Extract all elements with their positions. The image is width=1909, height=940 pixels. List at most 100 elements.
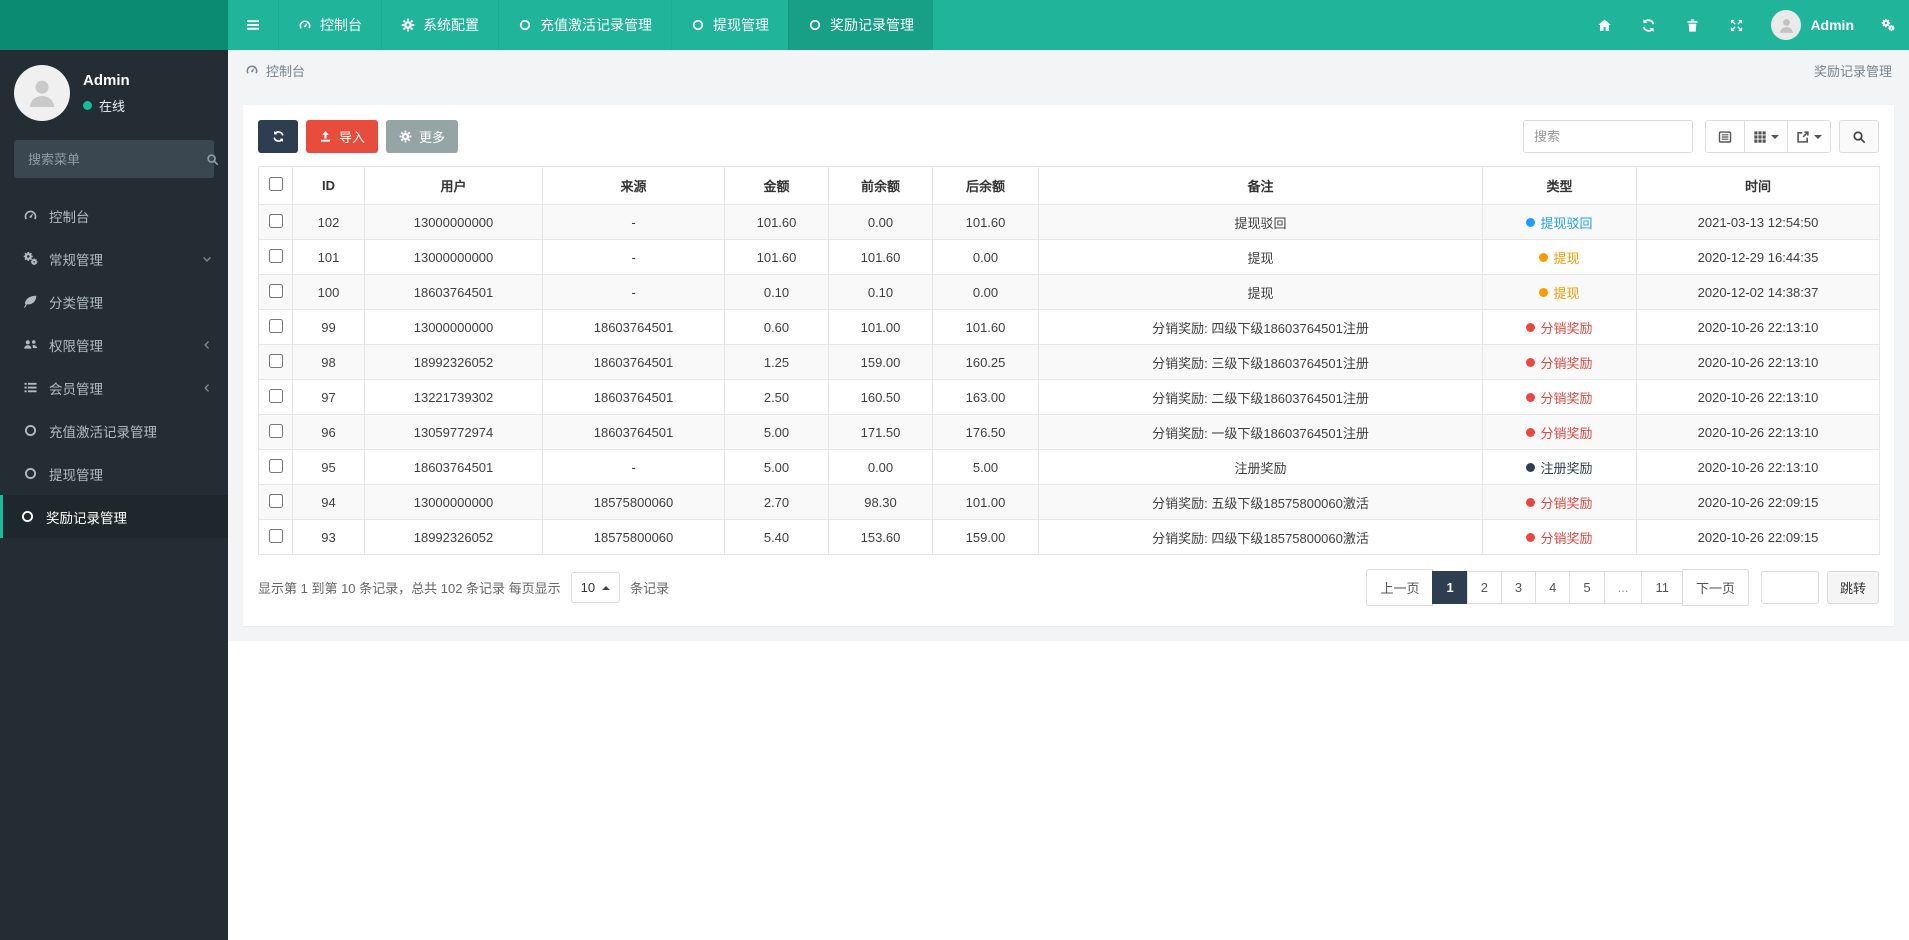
cell-time: 2020-10-26 22:13:10 bbox=[1636, 379, 1880, 415]
home-button[interactable] bbox=[1582, 0, 1626, 50]
export-view-button[interactable] bbox=[1787, 120, 1831, 153]
sidebar-item[interactable]: 奖励记录管理 bbox=[0, 495, 228, 538]
type-badge[interactable]: 提现驳回 bbox=[1526, 213, 1593, 232]
sidebar-item[interactable]: 控制台 bbox=[0, 194, 228, 237]
import-button[interactable]: 导入 bbox=[306, 120, 379, 153]
type-badge[interactable]: 分销奖励 bbox=[1526, 423, 1593, 442]
cell-amount: 1.25 bbox=[724, 344, 829, 380]
table-row: 94 13000000000 18575800060 2.70 98.30 101.00 分… bbox=[258, 484, 1880, 520]
sidebar-item[interactable]: 会员管理 bbox=[0, 366, 228, 409]
row-checkbox[interactable] bbox=[268, 353, 283, 368]
page-size-select[interactable]: 10 bbox=[570, 572, 621, 603]
trash-button[interactable] bbox=[1670, 0, 1714, 50]
cell-id: 93 bbox=[292, 519, 365, 555]
pagination: 上一页 1 2 3 4 5... 11 下一页 bbox=[1366, 569, 1749, 606]
sidebar-item[interactable]: 权限管理 bbox=[0, 323, 228, 366]
type-badge[interactable]: 分销奖励 bbox=[1526, 318, 1593, 337]
sidebar-item[interactable]: 常规管理 bbox=[0, 237, 228, 280]
refresh-button[interactable] bbox=[1626, 0, 1670, 50]
sidebar-user-panel: Admin 在线 bbox=[0, 50, 228, 134]
cell-user: 13000000000 bbox=[364, 309, 543, 345]
menu-toggle-button[interactable] bbox=[228, 0, 278, 50]
columns-view-button[interactable] bbox=[1744, 120, 1788, 153]
cell-before-balance: 0.00 bbox=[828, 449, 933, 485]
page-button[interactable]: 2 bbox=[1466, 571, 1502, 604]
page-jump-input[interactable] bbox=[1760, 571, 1819, 604]
chevron-down-icon bbox=[202, 254, 212, 264]
dashboard-icon bbox=[23, 208, 38, 223]
cell-before-balance: 101.00 bbox=[828, 309, 933, 345]
type-badge[interactable]: 注册奖励 bbox=[1526, 458, 1593, 477]
person-icon bbox=[1777, 16, 1796, 35]
topnav-item[interactable]: 奖励记录管理 bbox=[788, 0, 933, 50]
cell-after-balance: 101.00 bbox=[932, 484, 1039, 520]
circle-icon bbox=[20, 509, 35, 524]
type-badge[interactable]: 提现 bbox=[1539, 283, 1580, 302]
topnav-user-menu[interactable]: Admin bbox=[1758, 10, 1867, 40]
table-search-input[interactable] bbox=[1523, 120, 1693, 153]
sidebar-item[interactable]: 分类管理 bbox=[0, 280, 228, 323]
page-button[interactable]: 上一页 bbox=[1366, 569, 1434, 606]
type-badge[interactable]: 分销奖励 bbox=[1526, 528, 1593, 547]
cell-user: 13000000000 bbox=[364, 484, 543, 520]
select-all-checkbox[interactable] bbox=[268, 177, 283, 191]
table-header-row: ID 用户 来源 金额 前余额 后余额 备注 类型 时间 bbox=[258, 166, 1880, 205]
row-checkbox[interactable] bbox=[268, 493, 283, 508]
cell-remark: 分销奖励: 一级下级18603764501注册 bbox=[1038, 414, 1483, 450]
refresh-button[interactable] bbox=[258, 120, 298, 153]
page-button[interactable]: 1 bbox=[1432, 571, 1468, 604]
cell-after-balance: 5.00 bbox=[932, 449, 1039, 485]
hamburger-icon bbox=[245, 17, 261, 33]
detail-view-button[interactable] bbox=[1705, 120, 1745, 153]
row-checkbox[interactable] bbox=[268, 318, 283, 333]
settings-button[interactable] bbox=[1867, 0, 1909, 50]
cell-id: 102 bbox=[292, 204, 365, 240]
topnav-item[interactable]: 提现管理 bbox=[671, 0, 788, 50]
page-button[interactable]: 11 bbox=[1641, 571, 1683, 604]
cell-before-balance: 153.60 bbox=[828, 519, 933, 555]
sidebar-item-label: 控制台 bbox=[49, 209, 90, 225]
row-checkbox[interactable] bbox=[268, 458, 283, 473]
sidebar-item[interactable]: 提现管理 bbox=[0, 452, 228, 495]
page-button[interactable]: 下一页 bbox=[1681, 569, 1749, 606]
expand-button[interactable] bbox=[1714, 0, 1758, 50]
page-button: ... bbox=[1603, 571, 1643, 604]
search-button[interactable] bbox=[1839, 120, 1879, 153]
cell-user: 13059772974 bbox=[364, 414, 543, 450]
avatar bbox=[14, 65, 70, 121]
sidebar-item-label: 会员管理 bbox=[49, 381, 103, 397]
cell-after-balance: 0.00 bbox=[932, 274, 1039, 310]
page-jump-button[interactable]: 跳转 bbox=[1826, 571, 1879, 604]
type-badge[interactable]: 分销奖励 bbox=[1526, 353, 1593, 372]
type-badge[interactable]: 分销奖励 bbox=[1526, 493, 1593, 512]
row-checkbox[interactable] bbox=[268, 283, 283, 298]
page-button[interactable]: 4 bbox=[1535, 571, 1571, 604]
cell-remark: 提现 bbox=[1038, 274, 1483, 310]
page-button[interactable]: 3 bbox=[1500, 571, 1537, 604]
cell-source: 18603764501 bbox=[542, 309, 725, 345]
topnav-item[interactable]: 系统配置 bbox=[381, 0, 498, 50]
page-button[interactable]: 5 bbox=[1569, 571, 1605, 604]
type-dot-icon bbox=[1526, 462, 1536, 472]
sidebar-search-input[interactable] bbox=[26, 150, 206, 168]
row-checkbox[interactable] bbox=[268, 528, 283, 543]
more-button[interactable]: 更多 bbox=[386, 120, 459, 153]
row-checkbox[interactable] bbox=[268, 388, 283, 403]
row-checkbox[interactable] bbox=[268, 423, 283, 438]
topnav-item[interactable]: 充值激活记录管理 bbox=[498, 0, 671, 50]
sidebar-item[interactable]: 充值激活记录管理 bbox=[0, 409, 228, 452]
table-row: 98 18992326052 18603764501 1.25 159.00 160.25… bbox=[258, 344, 1880, 380]
caret-down-icon bbox=[1771, 134, 1779, 143]
column-header: 前余额 bbox=[828, 166, 933, 205]
type-badge[interactable]: 分销奖励 bbox=[1526, 388, 1593, 407]
cell-id: 94 bbox=[292, 484, 365, 520]
table-row: 97 13221739302 18603764501 2.50 160.50 163.00… bbox=[258, 379, 1880, 415]
row-checkbox[interactable] bbox=[268, 248, 283, 263]
cell-amount: 5.40 bbox=[724, 519, 829, 555]
type-badge[interactable]: 提现 bbox=[1539, 248, 1580, 267]
gear-icon bbox=[399, 130, 412, 143]
cell-source: 18603764501 bbox=[542, 344, 725, 380]
row-checkbox[interactable] bbox=[268, 213, 283, 228]
topnav-item[interactable]: 控制台 bbox=[278, 0, 381, 50]
topnav-icon-buttons bbox=[1582, 0, 1758, 50]
